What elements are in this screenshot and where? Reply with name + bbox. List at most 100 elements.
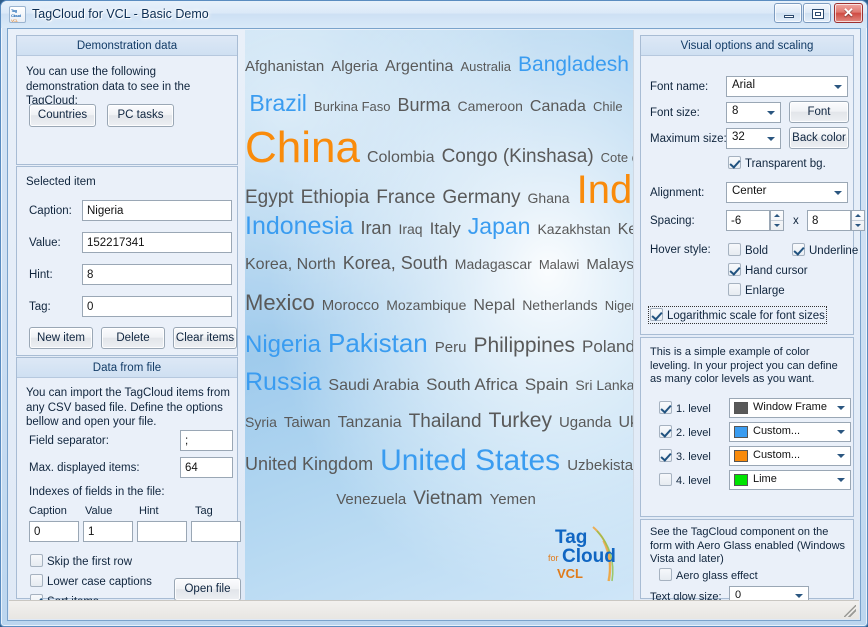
field-separator-input[interactable] bbox=[180, 430, 233, 451]
title-bar[interactable]: Tag Cloud VCL TagCloud for VCL - Basic Dem… bbox=[1, 1, 867, 28]
tag-item[interactable]: Morocco bbox=[322, 296, 380, 315]
tag-item[interactable]: Yemen bbox=[490, 490, 536, 509]
tag-item[interactable]: Thailand bbox=[409, 410, 482, 433]
spacing-x-stepper[interactable] bbox=[770, 210, 784, 231]
font-button[interactable]: Font bbox=[789, 101, 849, 123]
tag-item[interactable]: Ethiopia bbox=[301, 186, 370, 209]
tag-item[interactable]: Japan bbox=[468, 213, 531, 240]
tag-item[interactable]: China bbox=[245, 124, 360, 172]
tag-item[interactable]: Canada bbox=[530, 97, 586, 117]
tag-item[interactable]: India bbox=[577, 168, 633, 212]
tag-item[interactable]: Korea, South bbox=[343, 252, 448, 274]
hover-bold-checkbox[interactable]: Bold bbox=[728, 243, 768, 257]
tag-item[interactable]: Netherlands bbox=[522, 296, 598, 314]
tag-item[interactable]: Burkina Faso bbox=[314, 98, 391, 115]
tag-item[interactable]: Turkey bbox=[489, 408, 552, 433]
pc-tasks-button[interactable]: PC tasks bbox=[107, 104, 174, 127]
tag-item[interactable]: Kazakhstan bbox=[537, 220, 610, 238]
tag-item[interactable]: United States bbox=[380, 444, 560, 478]
clear-items-button[interactable]: Clear items bbox=[173, 327, 237, 349]
hover-enlarge-checkbox[interactable]: Enlarge bbox=[728, 283, 785, 297]
hover-hand-cursor-checkbox[interactable]: Hand cursor bbox=[728, 263, 808, 277]
spacing-x-input[interactable] bbox=[726, 210, 770, 231]
tag-item[interactable]: Nepal bbox=[473, 296, 515, 316]
tag-item[interactable]: Argentina bbox=[385, 57, 454, 77]
tag-item[interactable]: Brazil bbox=[249, 90, 307, 117]
tag-item[interactable]: Uganda bbox=[559, 413, 612, 432]
spacing-y-stepper[interactable] bbox=[851, 210, 865, 231]
tag-item[interactable]: Germany bbox=[442, 186, 520, 209]
tag-item[interactable]: Italy bbox=[430, 218, 461, 239]
countries-button[interactable]: Countries bbox=[29, 104, 96, 127]
stepper-down-icon[interactable] bbox=[852, 221, 864, 231]
font-size-select[interactable]: 8 bbox=[726, 102, 781, 123]
tag-item[interactable]: Philippines bbox=[473, 333, 575, 358]
tag-cloud[interactable]: Afghanistan Algeria Argentina Australia Bang… bbox=[245, 30, 634, 601]
tag-item[interactable]: Sri Lanka bbox=[575, 376, 633, 394]
minimize-button[interactable] bbox=[774, 3, 802, 23]
tag-item[interactable]: Tanzania bbox=[338, 413, 402, 433]
tag-item[interactable]: Burma bbox=[398, 94, 451, 116]
color-level-3-select[interactable]: Custom... bbox=[729, 446, 851, 466]
color-level-4-checkbox[interactable]: 4. level bbox=[659, 473, 711, 487]
tag-item[interactable]: Nigeria bbox=[245, 331, 321, 359]
tag-item[interactable]: Malaysia bbox=[586, 255, 633, 274]
value-input[interactable] bbox=[82, 232, 232, 253]
color-level-2-checkbox[interactable]: 2. level bbox=[659, 425, 711, 439]
tag-item[interactable]: Algeria bbox=[331, 57, 378, 76]
color-level-2-select[interactable]: Custom... bbox=[729, 422, 851, 442]
tag-input[interactable] bbox=[82, 296, 232, 317]
tag-item[interactable]: Egypt bbox=[245, 186, 294, 209]
tag-item[interactable]: Venezuela bbox=[336, 490, 406, 509]
maximize-button[interactable] bbox=[803, 3, 831, 23]
transparent-bg-checkbox[interactable]: Transparent bg. bbox=[728, 156, 826, 170]
tag-item[interactable]: Indonesia bbox=[245, 212, 353, 241]
hint-input[interactable] bbox=[82, 264, 232, 285]
stepper-up-icon[interactable] bbox=[852, 211, 864, 221]
close-button[interactable]: ✕ bbox=[834, 3, 863, 23]
alignment-select[interactable]: Center bbox=[726, 182, 848, 203]
tag-item[interactable]: Kenya bbox=[618, 220, 633, 240]
tag-item[interactable]: Mozambique bbox=[386, 296, 466, 314]
tag-item[interactable]: Syria bbox=[245, 413, 277, 431]
tag-item[interactable]: Niger bbox=[605, 297, 633, 314]
tag-item[interactable]: Malawi bbox=[539, 256, 579, 273]
color-level-3-checkbox[interactable]: 3. level bbox=[659, 449, 711, 463]
tag-item[interactable]: Australia bbox=[460, 58, 511, 75]
tag-item[interactable]: United Kingdom bbox=[245, 453, 373, 475]
tag-item[interactable]: France bbox=[376, 186, 435, 209]
max-displayed-items-input[interactable] bbox=[180, 457, 233, 478]
hover-underline-checkbox[interactable]: Underline bbox=[792, 243, 858, 257]
skip-first-row-checkbox[interactable]: Skip the first row bbox=[30, 554, 132, 568]
tag-item[interactable]: Bangladesh bbox=[518, 52, 629, 77]
tag-item[interactable]: Korea, North bbox=[245, 255, 336, 275]
resize-grip[interactable] bbox=[844, 605, 856, 617]
index-tag-input[interactable] bbox=[191, 521, 241, 542]
stepper-up-icon[interactable] bbox=[771, 211, 783, 221]
tag-item[interactable]: Pakistan bbox=[328, 328, 428, 358]
tag-item[interactable]: Uzbekistan bbox=[567, 456, 633, 475]
open-file-button[interactable]: Open file bbox=[174, 578, 241, 601]
color-level-1-checkbox[interactable]: 1. level bbox=[659, 401, 711, 415]
delete-button[interactable]: Delete bbox=[101, 327, 165, 349]
index-caption-input[interactable] bbox=[29, 521, 79, 542]
tag-item[interactable]: Vietnam bbox=[413, 487, 482, 510]
new-item-button[interactable]: New item bbox=[29, 327, 93, 349]
caption-input[interactable] bbox=[82, 200, 232, 221]
tag-item[interactable]: Mexico bbox=[245, 290, 315, 316]
stepper-down-icon[interactable] bbox=[771, 221, 783, 231]
logarithmic-scale-checkbox[interactable]: Logarithmic scale for font sizes bbox=[648, 306, 827, 324]
color-level-4-select[interactable]: Lime bbox=[729, 470, 851, 490]
tag-item[interactable]: Madagascar bbox=[455, 255, 532, 273]
tag-item[interactable]: Ghana bbox=[528, 189, 570, 207]
index-value-input[interactable] bbox=[83, 521, 133, 542]
tag-item[interactable]: Peru bbox=[435, 338, 467, 357]
tag-item[interactable]: Colombia bbox=[367, 148, 435, 168]
tag-item[interactable]: Cameroon bbox=[458, 97, 523, 115]
tag-item[interactable]: Saudi Arabia bbox=[328, 376, 419, 396]
maximum-size-select[interactable]: 32 bbox=[726, 128, 781, 149]
index-hint-input[interactable] bbox=[137, 521, 187, 542]
tag-item[interactable]: Iraq bbox=[398, 220, 422, 238]
spacing-y-input[interactable] bbox=[807, 210, 851, 231]
tag-item[interactable]: Poland bbox=[582, 336, 633, 357]
